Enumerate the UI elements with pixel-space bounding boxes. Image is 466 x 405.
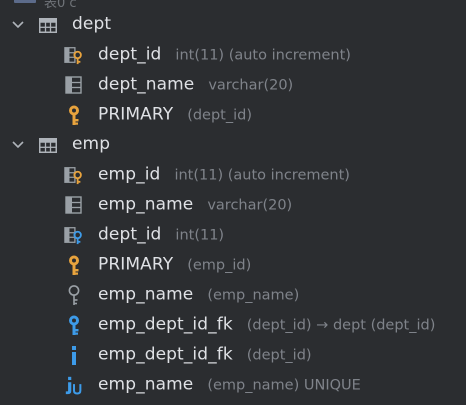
key-name: emp_name xyxy=(98,284,194,305)
column-name: dept_id xyxy=(98,44,162,65)
database-tree: 表0 c dept dept_id int(11) (auto incremen… xyxy=(0,0,466,400)
column-type: int(11) xyxy=(175,227,225,244)
foreign-key-icon xyxy=(64,314,84,336)
table-icon xyxy=(38,14,58,36)
index-name: emp_name xyxy=(98,374,194,395)
foreign-key-name: emp_dept_id_fk xyxy=(98,314,233,335)
tree-row-key[interactable]: PRIMARY (emp_id) xyxy=(0,250,466,280)
index-columns: (emp_name) UNIQUE xyxy=(207,377,361,394)
table-name: emp xyxy=(72,134,111,154)
chevron-down-icon[interactable] xyxy=(10,17,26,33)
tree-row-column[interactable]: dept_id int(11) (auto increment) xyxy=(0,40,466,70)
unique-index-icon xyxy=(64,374,84,396)
primary-key-icon xyxy=(64,254,84,276)
tree-row-column[interactable]: emp_id int(11) (auto increment) xyxy=(0,160,466,190)
tree-row-column[interactable]: dept_id int(11) xyxy=(0,220,466,250)
key-columns: (emp_name) xyxy=(207,287,300,304)
key-columns: (emp_id) xyxy=(187,257,252,274)
tree-row-partial[interactable]: 表0 c xyxy=(0,0,466,11)
column-key-icon xyxy=(64,164,84,186)
column-name: emp_id xyxy=(98,164,161,185)
index-columns: (dept_id) xyxy=(246,347,312,364)
tree-row-foreign-key[interactable]: emp_dept_id_fk (dept_id) → dept (dept_id… xyxy=(0,310,466,340)
schema-icon xyxy=(14,0,36,3)
tree-row-column[interactable]: emp_name varchar(20) xyxy=(0,190,466,220)
column-type: varchar(20) xyxy=(207,197,293,214)
column-name: dept_name xyxy=(98,74,195,95)
tree-row-index[interactable]: emp_name (emp_name) UNIQUE xyxy=(0,370,466,400)
key-outline-icon xyxy=(64,284,84,306)
column-name: emp_name xyxy=(98,194,194,215)
column-name: dept_id xyxy=(98,224,162,245)
column-type: varchar(20) xyxy=(208,77,294,94)
tree-row-key[interactable]: PRIMARY (dept_id) xyxy=(0,100,466,130)
key-columns: (dept_id) xyxy=(187,107,252,124)
primary-key-icon xyxy=(64,104,84,126)
column-foreign-key-icon xyxy=(64,224,84,246)
tree-row-table-emp[interactable]: emp xyxy=(0,130,466,160)
table-icon xyxy=(38,134,58,156)
column-key-icon xyxy=(64,44,84,66)
key-name: PRIMARY xyxy=(98,104,174,125)
column-type: int(11) (auto increment) xyxy=(174,167,350,184)
key-name: PRIMARY xyxy=(98,254,174,275)
column-type: int(11) (auto increment) xyxy=(175,47,351,64)
tree-row-table-dept[interactable]: dept xyxy=(0,10,466,40)
index-name: emp_dept_id_fk xyxy=(98,344,233,365)
chevron-down-icon[interactable] xyxy=(10,137,26,153)
column-icon xyxy=(64,74,84,96)
index-icon xyxy=(64,344,84,366)
foreign-key-reference: (dept_id) → dept (dept_id) xyxy=(246,317,436,334)
tree-row-key[interactable]: emp_name (emp_name) xyxy=(0,280,466,310)
tree-row-column[interactable]: dept_name varchar(20) xyxy=(0,70,466,100)
tree-row-index[interactable]: emp_dept_id_fk (dept_id) xyxy=(0,340,466,370)
table-name: dept xyxy=(72,14,112,34)
column-icon xyxy=(64,194,84,216)
